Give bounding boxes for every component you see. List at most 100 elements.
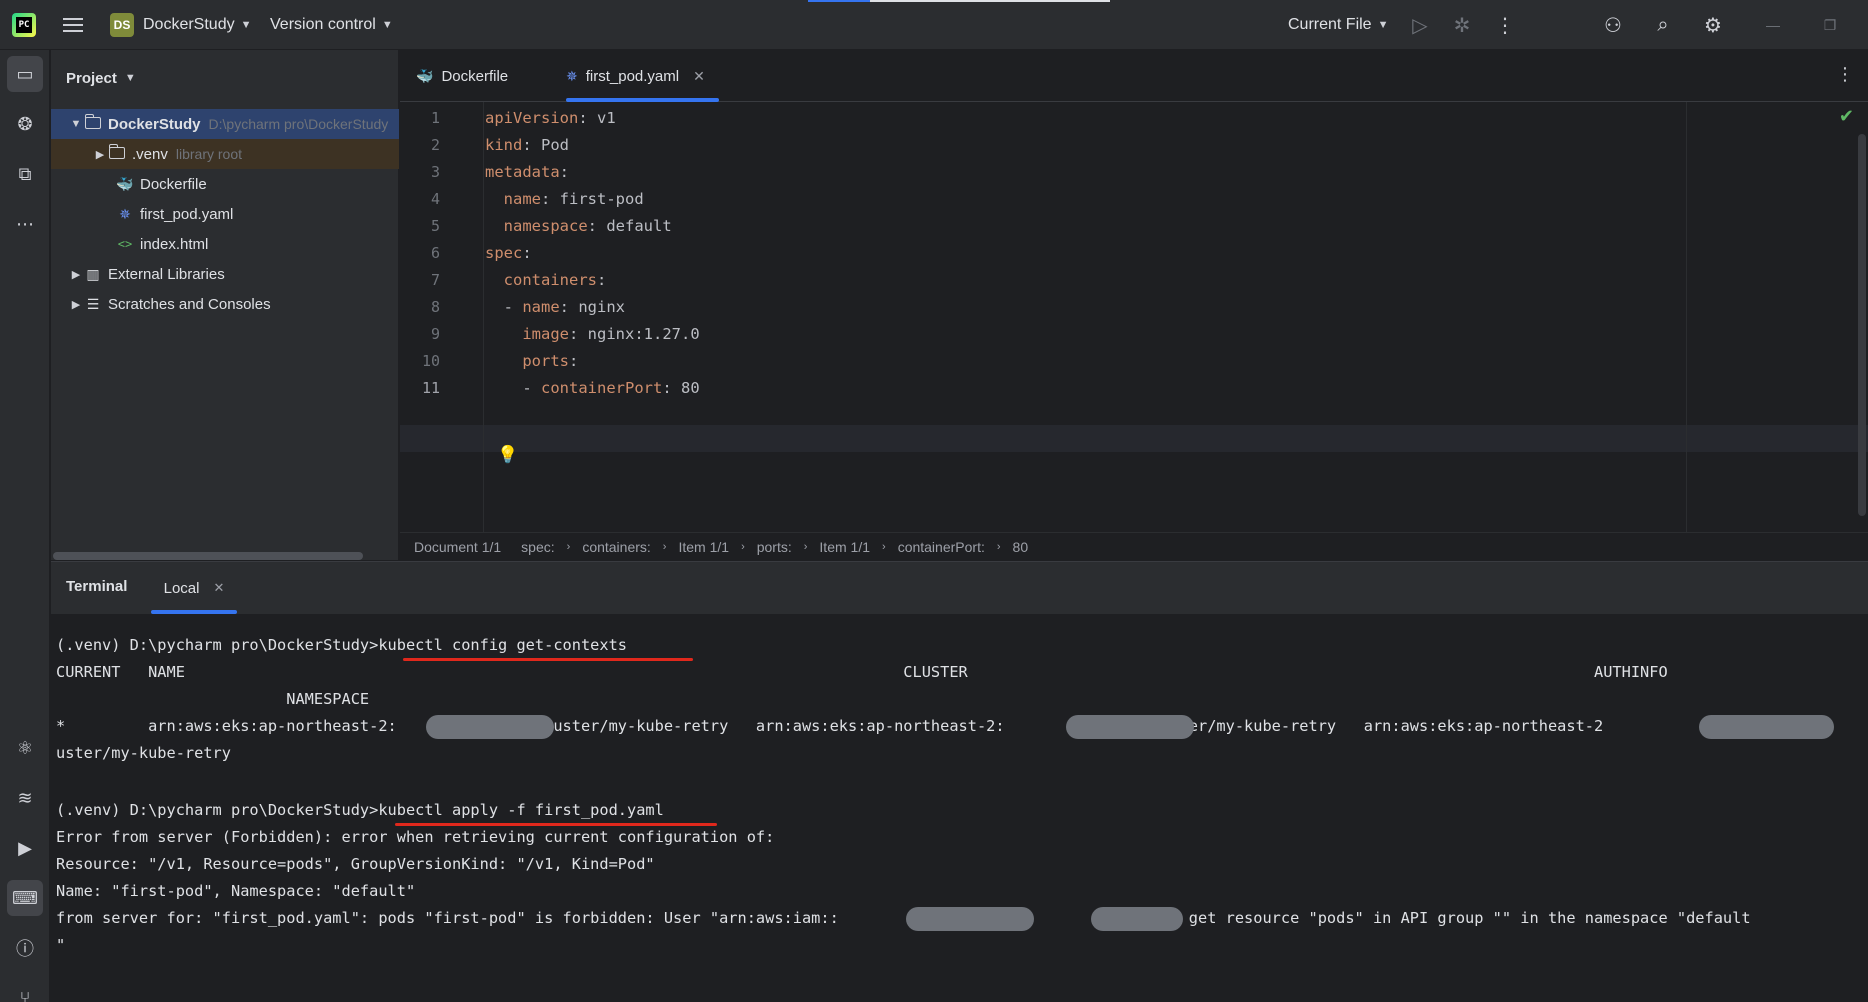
terminal-line: * arn:aws:eks:ap-northeast-2: :cluster/m…: [56, 717, 1760, 735]
vertical-scrollbar[interactable]: [1858, 134, 1866, 516]
tree-item-project-root[interactable]: ▼ DockerStudy D:\pycharm pro\DockerStudy: [51, 109, 399, 139]
progress-track: [870, 0, 1110, 2]
close-icon[interactable]: ✕: [693, 68, 705, 85]
tree-item-first-pod-yaml[interactable]: ✵ first_pod.yaml: [51, 199, 399, 229]
terminal-title: Terminal: [66, 578, 128, 595]
terminal-icon[interactable]: ⌨: [7, 880, 43, 916]
project-panel-header[interactable]: Project ▼: [51, 50, 398, 106]
redacted-region: [1066, 715, 1194, 739]
terminal-line: (.venv) D:\pycharm pro\DockerStudy>kubec…: [56, 636, 627, 654]
line-number: 7: [430, 271, 440, 289]
close-icon[interactable]: ✕: [213, 580, 224, 596]
tab-first-pod-yaml[interactable]: ✵ first_pod.yaml ✕: [566, 50, 719, 102]
minimize-icon[interactable]: —: [1758, 0, 1788, 50]
run-tool-icon[interactable]: ▶: [7, 830, 43, 866]
tab-label: Dockerfile: [441, 67, 509, 85]
services-icon[interactable]: ❂: [7, 106, 43, 142]
folder-icon: [107, 144, 127, 162]
breadcrumb-item[interactable]: 80: [1013, 539, 1029, 555]
debug-icon[interactable]: ✲: [1447, 0, 1477, 50]
tree-item-external-libraries[interactable]: ▶ ▥ External Libraries: [51, 259, 399, 289]
library-icon: ▥: [86, 265, 100, 282]
chevron-right-icon[interactable]: ▶: [69, 268, 83, 281]
chevron-right-icon: ›: [803, 540, 808, 553]
right-margin-guide: [1686, 102, 1687, 532]
chevron-down-icon: ▼: [240, 19, 252, 31]
code-line: ports:: [522, 352, 579, 370]
lightbulb-icon[interactable]: 💡: [497, 445, 518, 465]
more-icon[interactable]: ⋮: [1836, 64, 1854, 85]
git-icon[interactable]: ⑂: [7, 980, 43, 1002]
horizontal-scrollbar[interactable]: [53, 552, 363, 560]
main-menu-icon[interactable]: [60, 0, 86, 50]
tab-label: first_pod.yaml: [585, 67, 680, 85]
kubernetes-icon: ✵: [566, 67, 578, 84]
code-line: kind: Pod: [485, 136, 569, 154]
redacted-region: [1091, 907, 1183, 931]
project-badge[interactable]: DS: [110, 13, 134, 37]
vcs-label: Version control: [270, 16, 376, 33]
more-icon[interactable]: ⋮: [1490, 0, 1520, 50]
checkmark-icon[interactable]: ✔: [1839, 106, 1854, 127]
chevron-right-icon: ›: [662, 540, 667, 553]
chevron-down-icon: ▼: [124, 72, 136, 84]
tab-dockerfile[interactable]: 🐳 Dockerfile: [416, 50, 508, 102]
breadcrumb-item[interactable]: containerPort:: [898, 539, 985, 555]
problems-icon[interactable]: ⓘ: [7, 930, 43, 966]
chevron-right-icon: ›: [741, 540, 745, 553]
title-bar: PC DS DockerStudy ▼ Version control ▼ Cu…: [0, 0, 1868, 50]
editor-tabs: 🐳 Dockerfile ✵ first_pod.yaml ✕ ⋮: [400, 50, 1868, 102]
chevron-right-icon[interactable]: ▶: [69, 298, 83, 311]
breadcrumb-item[interactable]: Item 1/1: [819, 539, 870, 555]
project-folder-icon[interactable]: ▭: [7, 56, 43, 92]
chevron-down-icon: ▼: [1377, 19, 1389, 31]
run-icon[interactable]: ▷: [1405, 0, 1435, 50]
run-config-label: Current File: [1288, 16, 1372, 33]
restore-icon[interactable]: ❐: [1815, 0, 1845, 50]
tab-label: Local: [163, 579, 200, 597]
line-number: 9: [430, 325, 440, 343]
project-switcher[interactable]: DockerStudy ▼: [143, 0, 251, 50]
docker-icon: 🐳: [416, 67, 434, 84]
chevron-right-icon: ›: [996, 540, 1001, 553]
breadcrumb-item[interactable]: Document 1/1: [414, 539, 501, 555]
python-packages-icon[interactable]: ⚛: [7, 730, 43, 766]
tree-item-scratches[interactable]: ▶ ☰ Scratches and Consoles: [51, 289, 399, 319]
vcs-menu[interactable]: Version control ▼: [270, 0, 393, 50]
code-editor[interactable]: apiVersion: v1 kind: Pod metadata: name:…: [485, 102, 1685, 532]
breadcrumb-item[interactable]: ports:: [757, 539, 792, 555]
breadcrumb-item[interactable]: spec:: [521, 539, 554, 555]
tree-item-dockerfile[interactable]: 🐳 Dockerfile: [51, 169, 399, 199]
add-user-icon[interactable]: ⚇: [1598, 0, 1628, 50]
breadcrumb-item[interactable]: Item 1/1: [678, 539, 729, 555]
settings-icon[interactable]: ⚙: [1698, 0, 1728, 50]
redacted-region: [426, 715, 554, 739]
redacted-region: [1699, 715, 1834, 739]
line-number: 10: [421, 352, 440, 370]
project-name: DockerStudy: [143, 16, 235, 33]
editor-area: 🐳 Dockerfile ✵ first_pod.yaml ✕ ⋮ 1 2 3 …: [400, 50, 1868, 560]
terminal-header: Terminal Local ✕: [51, 562, 1868, 614]
tree-item-venv[interactable]: ▶ .venv library root: [51, 139, 399, 169]
project-panel: Project ▼ ▼ DockerStudy D:\pycharm pro\D…: [51, 50, 399, 560]
structure-icon[interactable]: ⧉: [7, 156, 43, 192]
terminal-output[interactable]: (.venv) D:\pycharm pro\DockerStudy>kubec…: [51, 614, 1868, 1002]
tree-item-label: first_pod.yaml: [140, 205, 234, 223]
layers-icon[interactable]: ≋: [7, 780, 43, 816]
app-logo[interactable]: PC: [12, 0, 38, 50]
run-config-selector[interactable]: Current File ▼: [1288, 0, 1388, 50]
tree-item-label: .venv: [132, 145, 168, 163]
code-line: image: nginx:1.27.0: [522, 325, 700, 343]
chevron-right-icon[interactable]: ▶: [93, 148, 107, 161]
tree-item-hint: D:\pycharm pro\DockerStudy: [208, 116, 389, 132]
line-number: 6: [430, 244, 440, 262]
breadcrumb-item[interactable]: containers:: [582, 539, 650, 555]
line-number-gutter: 1 2 3 4 5 6 7 8 9 10 11: [400, 102, 484, 532]
tree-item-index-html[interactable]: <> index.html: [51, 229, 399, 259]
search-icon[interactable]: ⌕: [1648, 0, 1678, 50]
terminal-line: ": [56, 936, 66, 954]
chevron-down-icon[interactable]: ▼: [69, 118, 83, 130]
tab-terminal-local[interactable]: Local ✕: [151, 562, 237, 614]
more-tools-icon[interactable]: ⋯: [7, 206, 43, 242]
docker-icon: 🐳: [116, 175, 134, 192]
